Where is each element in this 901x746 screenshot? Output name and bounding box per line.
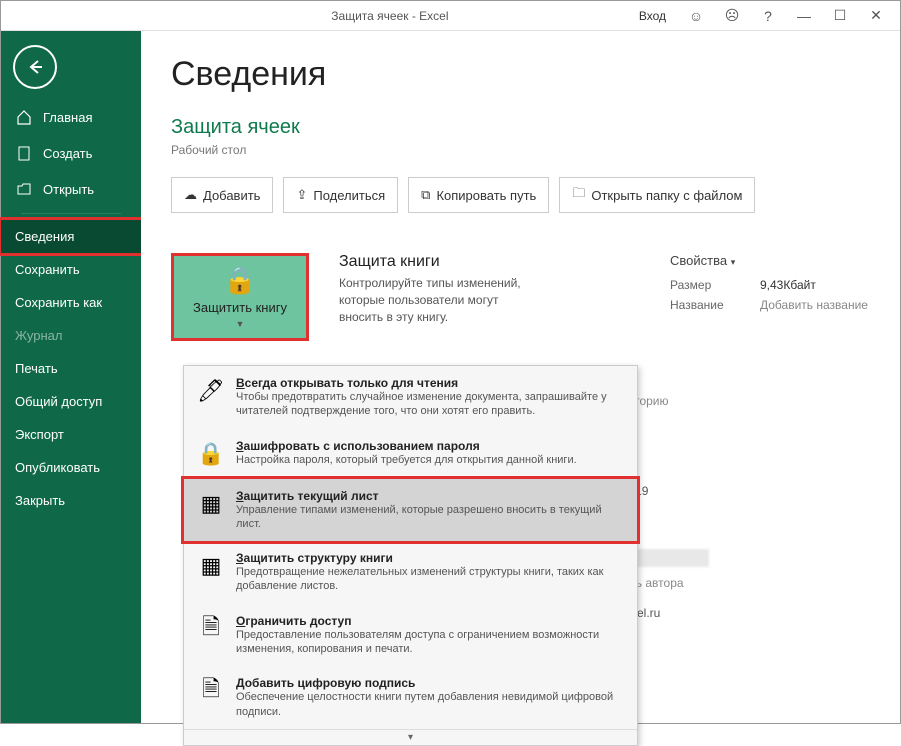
nav-home[interactable]: Главная — [1, 99, 141, 135]
pencil-readonly-icon: 🖊 — [196, 376, 226, 406]
nav-info[interactable]: Сведения — [0, 217, 144, 256]
open-folder-button[interactable]: 🗀Открыть папку с файлом — [559, 177, 755, 213]
nav-print[interactable]: Печать — [1, 352, 141, 385]
nav-label: Экспорт — [15, 427, 64, 442]
copy-path-button[interactable]: ⧉Копировать путь — [408, 177, 549, 213]
protect-workbook-button[interactable]: 🔒 Защитить книгу ▼ — [171, 253, 309, 341]
lock-key-icon: 🔒 — [196, 439, 226, 469]
size-value: 9,43Кбайт — [760, 278, 816, 292]
nav-save[interactable]: Сохранить — [1, 253, 141, 286]
maximize-icon[interactable]: ☐ — [826, 2, 854, 30]
menu-expand[interactable]: ▾ — [184, 729, 637, 745]
nav-saveas[interactable]: Сохранить как — [1, 286, 141, 319]
protect-section-title: Защита книги — [339, 253, 640, 271]
nav-label: Открыть — [43, 182, 94, 197]
window-title: Защита ячеек - Excel — [141, 9, 639, 23]
properties-heading[interactable]: Свойства ▾ — [670, 253, 870, 268]
nav-close[interactable]: Закрыть — [1, 484, 141, 517]
sheet-lock-icon: ▦ — [196, 489, 226, 519]
menu-restrict-access[interactable]: 🗎 Ограничить доступПредоставление пользо… — [184, 604, 637, 667]
add-title-link[interactable]: Добавить название — [760, 298, 868, 312]
sad-face-icon[interactable]: ☹ — [718, 2, 746, 30]
folder-icon: 🗀 — [572, 184, 585, 206]
menu-protect-structure[interactable]: ▦ Защитить структуру книгиПредотвращение… — [184, 541, 637, 604]
minimize-icon[interactable]: — — [790, 2, 818, 30]
login-link[interactable]: Вход — [639, 9, 666, 23]
document-title: Защита ячеек — [171, 116, 870, 139]
face-icon[interactable]: ☺ — [682, 2, 710, 30]
nav-label: Главная — [43, 110, 92, 125]
nav-open[interactable]: Открыть — [1, 171, 141, 207]
nav-label: Печать — [15, 361, 58, 376]
nav-label: Журнал — [15, 328, 62, 343]
new-icon — [15, 144, 33, 162]
menu-protect-sheet[interactable]: ▦ Защитить текущий листУправление типами… — [181, 476, 640, 545]
protect-button-label: Защитить книгу — [193, 300, 287, 315]
signature-icon: 🗎 — [196, 676, 226, 706]
help-icon[interactable]: ? — [754, 2, 782, 30]
cloud-upload-icon: ☁ — [184, 187, 197, 203]
size-label: Размер — [670, 278, 760, 292]
chevron-down-icon: ▼ — [236, 319, 245, 329]
nav-publish[interactable]: Опубликовать — [1, 451, 141, 484]
protect-section-desc: Контролируйте типы изменений, которые по… — [339, 275, 539, 325]
nav-label: Опубликовать — [15, 460, 100, 475]
upload-button[interactable]: ☁Добавить — [171, 177, 273, 213]
arrow-left-icon — [26, 58, 44, 76]
nav-share[interactable]: Общий доступ — [1, 385, 141, 418]
share-icon: ⇪ — [296, 187, 307, 203]
document-location: Рабочий стол — [171, 143, 870, 157]
name-label: Название — [670, 298, 760, 312]
nav-label: Сведения — [15, 229, 74, 244]
menu-readonly[interactable]: 🖊 Всегда открывать только для чтенияЧтоб… — [184, 366, 637, 429]
menu-encrypt[interactable]: 🔒 Зашифровать с использованием пароляНас… — [184, 429, 637, 479]
protect-dropdown-menu: 🖊 Всегда открывать только для чтенияЧтоб… — [183, 365, 638, 746]
nav-label: Создать — [43, 146, 92, 161]
menu-signature[interactable]: 🗎 Добавить цифровую подписьОбеспечение ц… — [184, 666, 637, 729]
open-icon — [15, 180, 33, 198]
restrict-icon: 🗎 — [196, 614, 226, 644]
nav-history: Журнал — [1, 319, 141, 352]
nav-label: Закрыть — [15, 493, 65, 508]
nav-label: Общий доступ — [15, 394, 102, 409]
nav-export[interactable]: Экспорт — [1, 418, 141, 451]
nav-new[interactable]: Создать — [1, 135, 141, 171]
structure-lock-icon: ▦ — [196, 551, 226, 581]
home-icon — [15, 108, 33, 126]
lock-key-icon: 🔒 — [224, 265, 256, 296]
share-button[interactable]: ⇪Поделиться — [283, 177, 398, 213]
nav-label: Сохранить — [15, 262, 80, 277]
nav-label: Сохранить как — [15, 295, 102, 310]
link-icon: ⧉ — [421, 187, 430, 203]
close-icon[interactable]: ✕ — [862, 2, 890, 30]
page-heading: Сведения — [171, 55, 870, 94]
back-button[interactable] — [13, 45, 57, 89]
